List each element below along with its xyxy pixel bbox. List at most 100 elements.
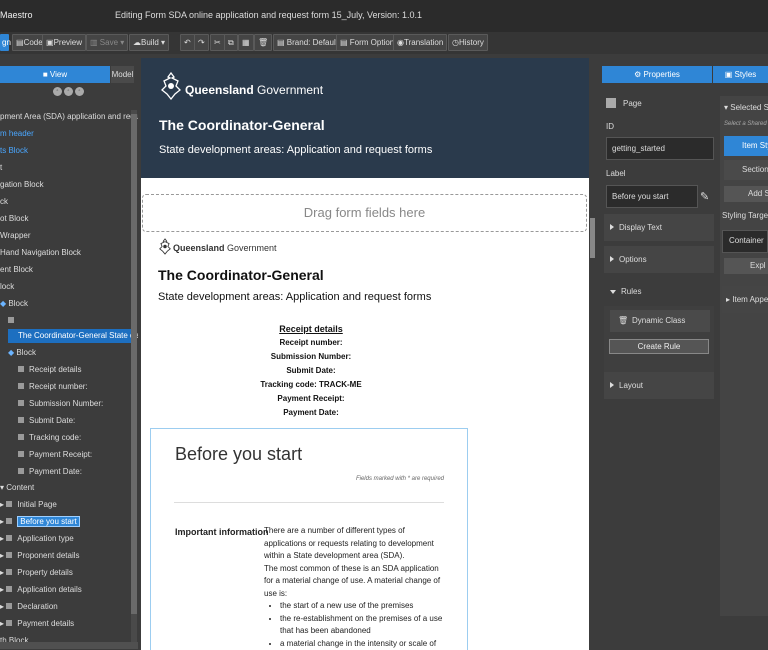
drop-zone[interactable]: Drag form fields here [142,194,587,232]
form-options-label: Form Options [349,38,399,47]
dynamic-class-row[interactable]: 🗑 Dynamic Class [610,310,710,332]
create-rule-button[interactable]: Create Rule [609,339,709,354]
selected-styles-header[interactable]: ▾ Selected S [724,98,768,118]
save-label: Save [99,38,119,47]
tree-item[interactable]: ▾ Content [0,481,34,495]
tree-item[interactable]: Receipt details [18,363,81,377]
tree-item[interactable]: t [0,161,2,175]
tree-item[interactable]: Payment Receipt: [18,448,92,462]
chevron-right-icon [610,382,614,388]
tree-item[interactable]: ◆ Block [8,346,36,360]
tree-item[interactable]: lock [0,280,14,294]
tree-item[interactable]: Receipt number: [18,380,88,394]
tree-item[interactable]: ts Block [0,144,28,158]
receipt-row: Submission Number: [270,352,352,361]
tree-item[interactable]: ▸ Payment details [0,617,74,631]
form-title: The Coordinator-General [158,267,324,283]
id-field[interactable]: getting_started [606,137,714,160]
copy-button[interactable]: ⧉ [224,34,238,51]
tab-styles[interactable]: ▣ Styles [713,66,768,83]
preview-icon: ▣ [46,38,54,47]
left-tabs: ■ View Model [0,66,138,83]
item-style-button[interactable]: Item Sty [724,136,768,156]
paste-icon: ▦ [242,38,250,47]
translation-button[interactable]: ◉Translation [393,34,448,51]
styling-target-label: Styling Target [722,211,768,220]
tree-item[interactable]: ▸ Application type [0,532,74,546]
important-label: Important information [175,527,269,537]
scroll-thumb[interactable] [590,218,595,258]
divider [174,502,444,503]
tree-item[interactable]: ▸ Property details [0,566,73,580]
styling-target-select[interactable]: Container [722,230,768,253]
section-options[interactable]: Options [604,246,714,273]
tree-item[interactable]: ot Block [0,212,28,226]
preview-button[interactable]: ▣Preview [42,34,87,51]
tab-properties[interactable]: ⚙ Properties [602,66,712,83]
left-hscrollbar[interactable] [0,642,138,649]
tree-item[interactable]: Wrapper [0,229,31,243]
node-icon [6,518,13,524]
tree-item[interactable]: ck [0,195,8,209]
tree-item[interactable]: ▸ Declaration [0,600,58,614]
section-layout[interactable]: Layout [604,372,714,399]
page-icon [606,98,616,108]
brand-button[interactable]: ▤ Brand: Default [273,34,342,51]
tree-item[interactable]: ▸ Application details [0,583,82,597]
tree-item[interactable]: pment Area (SDA) application and request [0,110,138,124]
label-field[interactable]: Before you start [606,185,698,208]
scroll-thumb[interactable] [131,114,137,614]
tree-item[interactable]: Hand Navigation Block [0,246,81,260]
canvas-scrollbar[interactable] [589,58,596,650]
node-icon [8,317,14,323]
section-display-text[interactable]: Display Text [604,214,714,241]
node-icon [6,620,13,626]
hero-banner: Queensland Government The Coordinator-Ge… [141,58,589,178]
tree-item[interactable]: ▸ Initial Page [0,498,57,512]
expand-icon[interactable]: ◦ [64,87,73,96]
collapse-icon[interactable]: ◦ [53,87,62,96]
tree-item[interactable]: ▸ Proponent details [0,549,80,563]
tab-view[interactable]: ■ View [0,66,110,83]
left-scrollbar[interactable] [131,110,137,642]
delete-button[interactable]: 🗑 [254,34,273,51]
right-tabs: ⚙ Properties ▣ Styles [602,66,768,83]
tree-item[interactable]: ▸ Before you start [0,515,80,529]
node-icon [6,586,13,592]
cut-button[interactable]: ✂ [210,34,225,51]
paste-button[interactable]: ▦ [238,34,254,51]
design-button[interactable]: gn [0,34,11,51]
shared-style-hint: Select a Shared Sty [724,121,768,127]
tree-item-label: Proponent details [17,551,80,560]
edit-icon[interactable]: ✎ [700,190,709,203]
explore-button[interactable]: Expl [724,258,768,274]
add-style-button[interactable]: Add S [724,186,768,202]
tree-item[interactable]: Tracking code: [18,431,81,445]
tree-item-label: Block [16,348,36,357]
tree-item[interactable]: m header [0,127,34,141]
brand-text: Queensland Government [173,243,277,253]
before-you-start-card[interactable]: Before you start Fields marked with * ar… [150,428,468,650]
section-rules[interactable]: Rules [604,278,714,305]
tree-item[interactable]: Submit Date: [18,414,75,428]
tree-item[interactable]: ent Block [0,263,33,277]
history-button[interactable]: ◷History [448,34,488,51]
tree-item-label: Tracking code: [29,433,82,442]
target-icon[interactable]: ◦ [75,87,84,96]
canvas: Queensland Government The Coordinator-Ge… [141,58,589,650]
section-style-button[interactable]: Section [724,160,768,180]
tab-model[interactable]: Model [111,66,134,83]
undo-button[interactable]: ↶ [180,34,195,51]
save-button[interactable]: ▥ Save ▾ [86,34,129,51]
tree-item[interactable]: The Coordinator-General State develo [8,329,138,343]
tree-item[interactable]: Submission Number: [18,397,103,411]
item-appearance-section[interactable]: ▸ Item Appea [722,286,768,313]
list-item: the re-establishment on the premises of … [280,613,449,638]
tree-item[interactable]: Payment Date: [18,465,82,479]
tree-item[interactable]: ◆ Block [0,297,28,311]
build-button[interactable]: ☁Build ▾ [129,34,170,51]
tree-item[interactable]: gation Block [0,178,44,192]
redo-button[interactable]: ↷ [194,34,209,51]
trash-icon[interactable]: 🗑 [618,310,628,332]
view-icon: ■ [42,70,50,79]
